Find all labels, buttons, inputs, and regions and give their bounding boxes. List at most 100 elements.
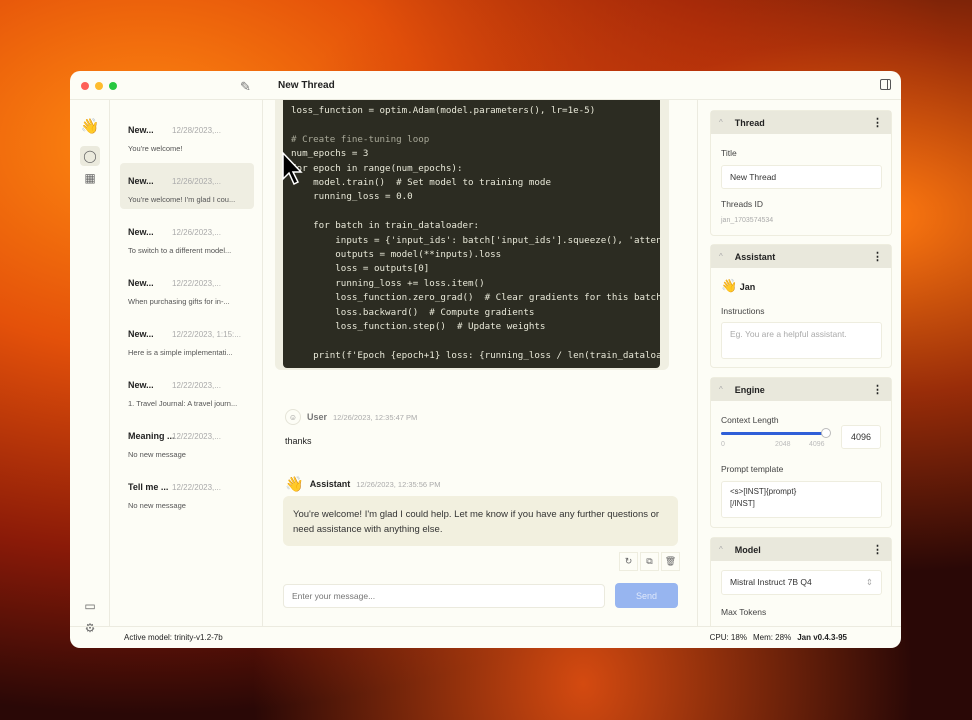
- chat-icon[interactable]: ◯: [80, 146, 100, 166]
- assistant-section-header[interactable]: ^ Assistant ⋮: [711, 245, 891, 268]
- wave-hand-icon[interactable]: 👋: [80, 116, 100, 136]
- code-line: running_loss += loss.item(): [291, 277, 485, 289]
- slider-tick: 4096: [809, 441, 825, 448]
- chevron-updown-icon: ⇕: [865, 577, 873, 587]
- thread-preview: 1. Travel Journal: A travel journ...: [128, 399, 238, 408]
- thread-date: 12/26/2023,...: [172, 228, 221, 237]
- active-model: Active model: trinity-v1.2-7b: [124, 633, 223, 642]
- thread-item[interactable]: New... 12/22/2023,... 1. Travel Journal: A…: [120, 367, 254, 413]
- thread-item[interactable]: New... 12/28/2023,... You're welcome!: [120, 112, 254, 158]
- thread-preview: No new message: [128, 501, 186, 510]
- status-bar: Active model: trinity-v1.2-7b CPU: 18% Me…: [70, 626, 901, 648]
- code-line: for epoch in range(num_epochs):: [291, 162, 463, 174]
- assistant-message-header: 👋 Assistant 12/26/2023, 12:35:56 PM: [285, 475, 440, 493]
- thread-item[interactable]: Meaning ...12/22/2023,... No new message: [120, 418, 254, 464]
- thread-id-value: jan_1703574534: [721, 217, 774, 224]
- grid-icon[interactable]: ▦: [80, 168, 100, 188]
- monitor-icon[interactable]: ▭: [80, 596, 100, 616]
- slider-tick: 2048: [775, 441, 791, 448]
- user-avatar-icon: ☺: [285, 409, 301, 425]
- title-label: Title: [721, 148, 737, 158]
- maximize-button[interactable]: [109, 82, 117, 90]
- code-line: loss_function = optim.Adam(model.paramet…: [291, 105, 596, 116]
- thread-preview: Here is a simple implementati...: [128, 348, 233, 357]
- title-input[interactable]: New Thread: [721, 165, 882, 189]
- thread-id-label: Threads ID: [721, 199, 764, 209]
- toggle-panel-icon[interactable]: [880, 79, 891, 90]
- thread-name: Meaning ...: [128, 431, 175, 441]
- code-line: # Create fine-tuning loop: [291, 133, 430, 145]
- engine-section-header[interactable]: ^ Engine ⋮: [711, 378, 891, 401]
- context-length-input[interactable]: 4096: [841, 425, 881, 449]
- close-button[interactable]: [81, 82, 89, 90]
- prompt-template-textarea[interactable]: <s>[INST]{prompt} [/INST]: [721, 481, 882, 518]
- thread-preview: No new message: [128, 450, 186, 459]
- settings-panel: ^ Thread ⋮ Title New Thread Threads ID jan…: [697, 100, 901, 626]
- code-line: model.train() # Set model to training mo…: [291, 177, 551, 189]
- instructions-label: Instructions: [721, 306, 765, 316]
- wave-hand-icon: 👋: [285, 476, 304, 493]
- title-bar: ✎ New Thread: [70, 71, 901, 100]
- more-icon[interactable]: ⋮: [872, 116, 883, 129]
- app-window: ✎ New Thread 👋 ◯ ▦ ▭ ⚙ New... 12/28/2023,…: [70, 71, 901, 648]
- assistant-section: ^ Assistant ⋮ 👋 Jan Instructions Eg. You a…: [710, 244, 892, 368]
- thread-name: New...: [128, 329, 154, 339]
- thread-item[interactable]: New... 12/26/2023,... To switch to a diffe…: [120, 214, 254, 260]
- assistant-message-text: You're welcome! I'm glad I could help. L…: [283, 496, 678, 546]
- code-line: loss = outputs[0]: [291, 263, 430, 275]
- code-line: loss_function.step() # Update weights: [291, 321, 546, 333]
- send-button[interactable]: Send: [615, 583, 678, 608]
- context-length-label: Context Length: [721, 415, 779, 425]
- thread-name: Tell me ...: [128, 482, 169, 492]
- assistant-name: Jan: [739, 282, 756, 292]
- thread-item[interactable]: New... 12/22/2023,... When purchasing gift…: [120, 265, 254, 311]
- thread-list: New... 12/28/2023,... You're welcome! New..…: [110, 100, 263, 626]
- code-line: loss_function.zero_grad() # Clear gradie…: [291, 292, 660, 304]
- thread-date: 12/28/2023,...: [172, 126, 221, 135]
- wave-hand-icon: 👋: [721, 278, 738, 293]
- model-select[interactable]: Mistral Instruct 7B Q4 ⇕: [721, 570, 882, 595]
- chat-area: loss_function = optim.Adam(model.paramet…: [263, 100, 697, 626]
- more-icon[interactable]: ⋮: [872, 543, 883, 556]
- context-length-slider[interactable]: [721, 428, 831, 438]
- thread-item[interactable]: Tell me ... 12/22/2023,... No new message: [120, 469, 254, 515]
- section-title: Model: [734, 544, 761, 555]
- thread-preview: You're welcome!: [128, 144, 183, 153]
- instructions-textarea[interactable]: Eg. You are a helpful assistant.: [721, 322, 882, 359]
- copy-icon[interactable]: ⧉: [640, 552, 659, 571]
- chevron-up-icon: ^: [719, 118, 723, 127]
- thread-name: New...: [128, 227, 154, 237]
- model-section: ^ Model ⋮ Mistral Instruct 7B Q4 ⇕ Max Toke…: [710, 537, 892, 626]
- sender-name: Assistant: [309, 479, 351, 489]
- thread-item[interactable]: New... 12/26/2023,... You're welcome! I'm …: [120, 163, 254, 209]
- icon-sidebar: 👋 ◯ ▦ ▭ ⚙: [70, 100, 110, 635]
- thread-section-header[interactable]: ^ Thread ⋮: [711, 111, 891, 134]
- minimize-button[interactable]: [95, 82, 103, 90]
- model-section-header[interactable]: ^ Model ⋮: [711, 538, 891, 561]
- section-title: Engine: [734, 384, 765, 395]
- code-line: for batch in train_dataloader:: [291, 220, 480, 232]
- thread-date: 12/26/2023,...: [172, 177, 221, 186]
- new-thread-icon[interactable]: ✎: [240, 79, 251, 95]
- more-icon[interactable]: ⋮: [872, 383, 883, 396]
- section-title: Assistant: [734, 251, 776, 262]
- max-tokens-label: Max Tokens: [721, 607, 767, 617]
- thread-preview: You're welcome! I'm glad I cou...: [128, 195, 236, 204]
- mouse-cursor-icon: [282, 152, 303, 186]
- slider-tick: 0: [721, 441, 725, 448]
- thread-name: New...: [128, 278, 154, 288]
- code-line: num_epochs = 3: [291, 148, 369, 160]
- regenerate-icon[interactable]: ↻: [619, 552, 638, 571]
- chevron-up-icon: ^: [719, 385, 723, 394]
- more-icon[interactable]: ⋮: [872, 250, 883, 263]
- code-block: loss_function = optim.Adam(model.paramet…: [283, 100, 660, 368]
- thread-date: 12/22/2023,...: [172, 432, 221, 441]
- section-title: Thread: [734, 117, 765, 128]
- sender-name: User: [307, 412, 328, 422]
- code-message: loss_function = optim.Adam(model.paramet…: [275, 100, 669, 370]
- delete-icon[interactable]: 🗑: [661, 552, 680, 571]
- slider-handle[interactable]: [821, 428, 831, 438]
- message-input[interactable]: [283, 584, 605, 608]
- thread-item[interactable]: New... 12/22/2023, 1:15:... Here is a simp…: [120, 316, 254, 362]
